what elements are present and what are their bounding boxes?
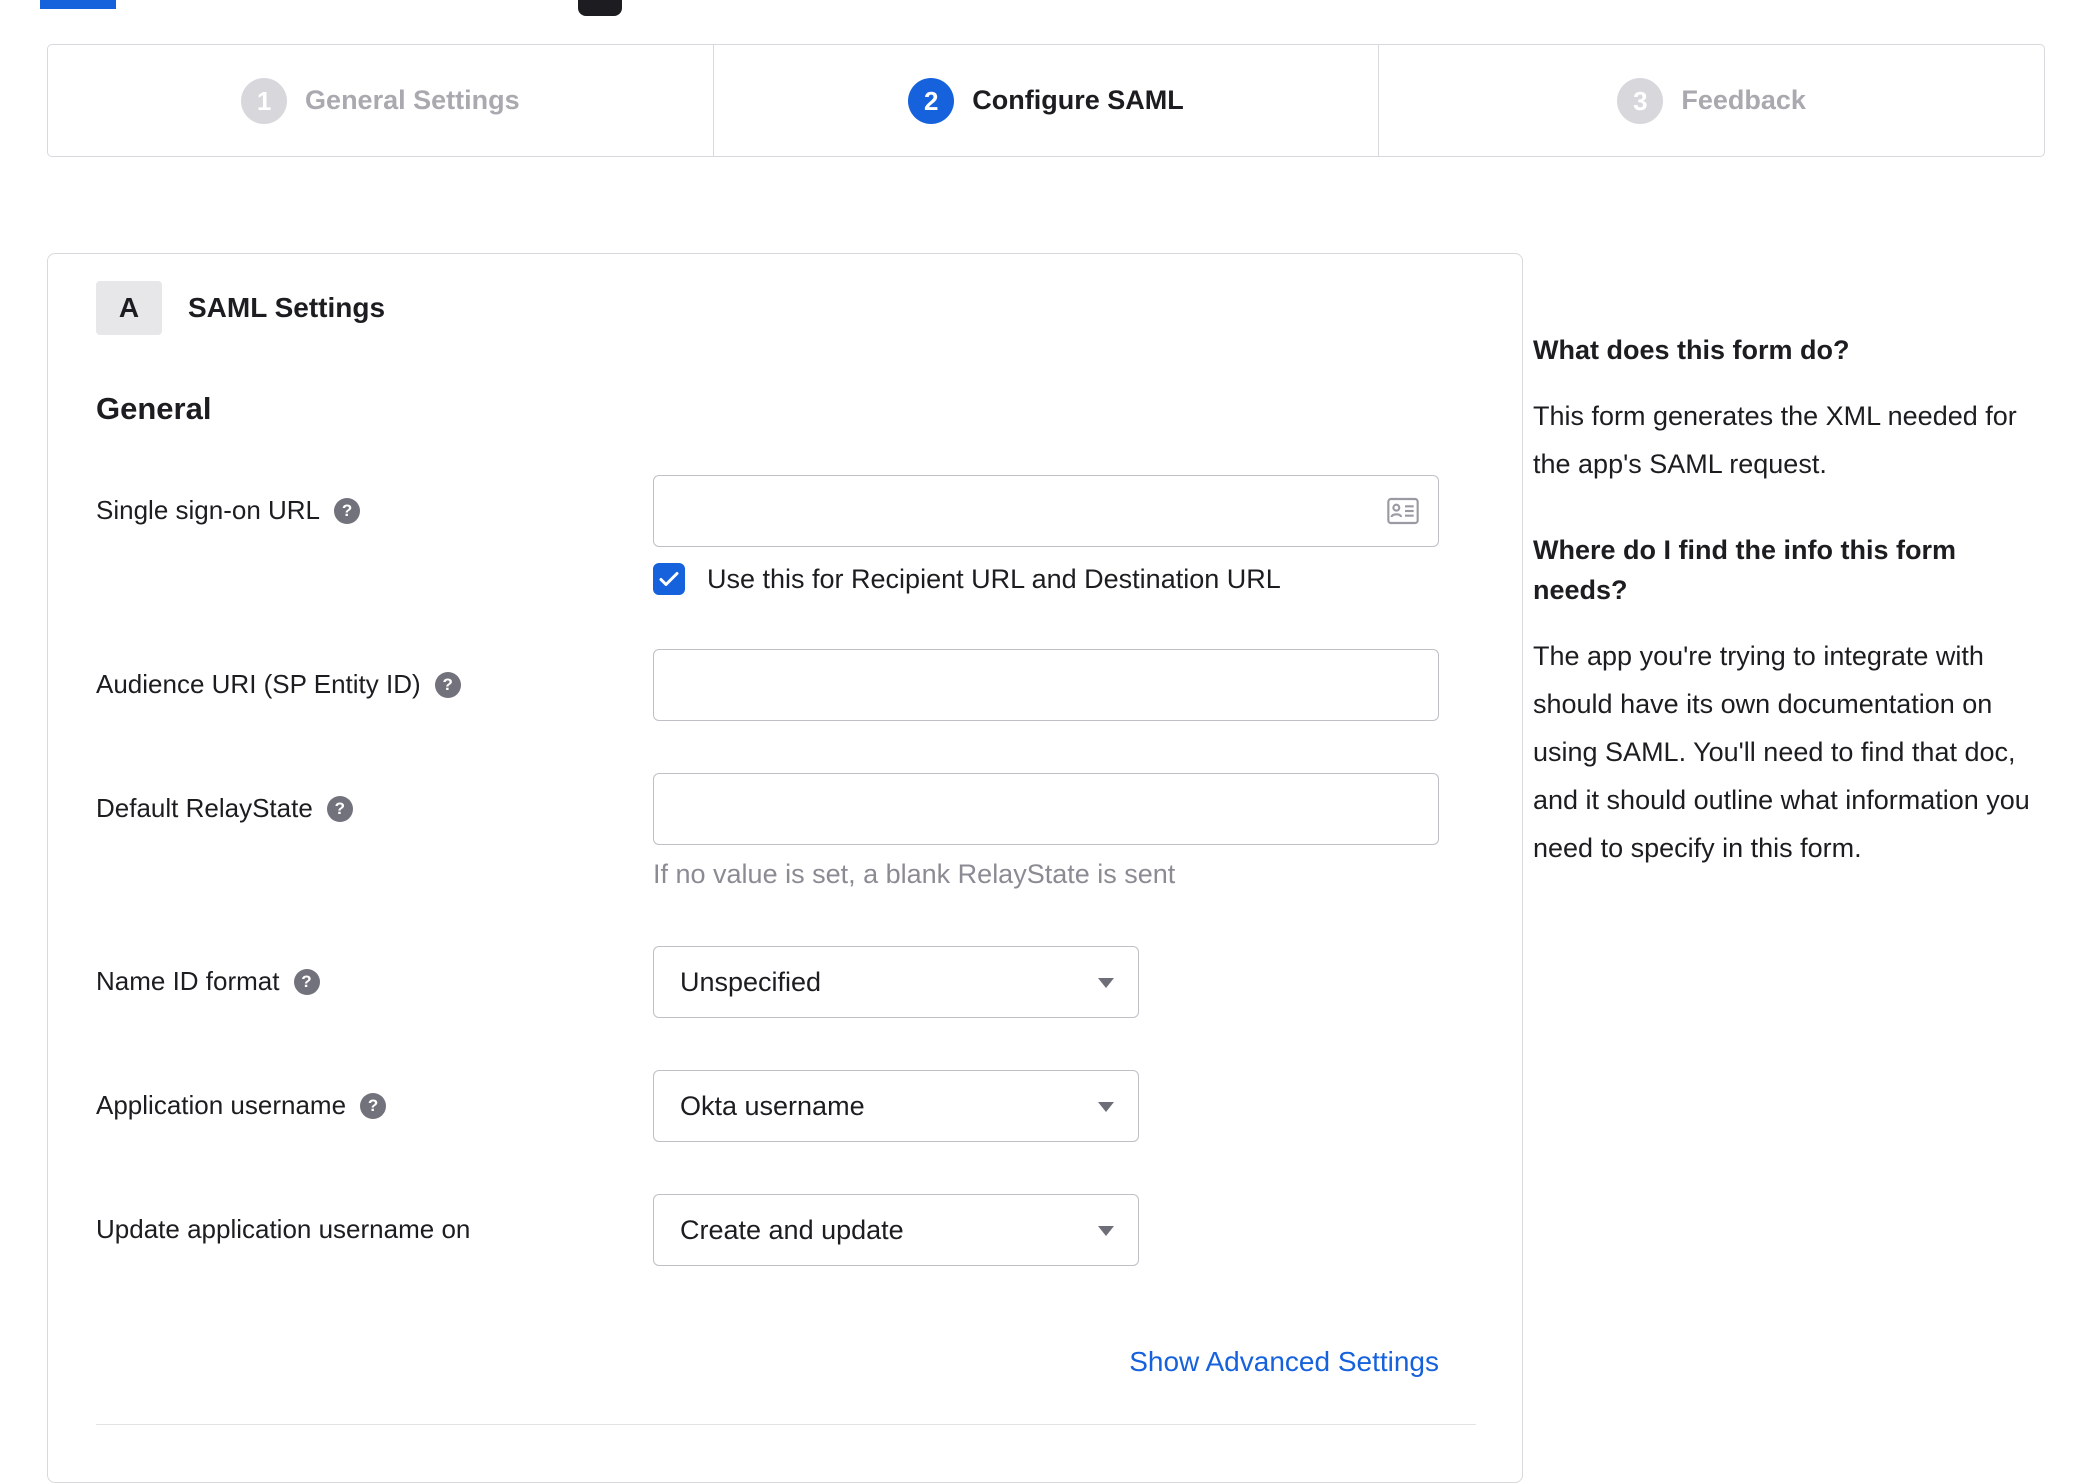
panel-header: A SAML Settings <box>96 280 1474 336</box>
name-id-format-label-wrap: Name ID format ? <box>96 946 653 997</box>
chevron-down-icon <box>1098 1102 1114 1112</box>
cropped-app-logo-fragment <box>578 0 622 16</box>
use-for-recipient-url-label: Use this for Recipient URL and Destinati… <box>707 563 1281 594</box>
help-answer-1: This form generates the XML needed for t… <box>1533 401 2017 479</box>
name-id-format-help-icon[interactable]: ? <box>293 968 320 995</box>
wizard-stepper: 1 General Settings 2 Configure SAML 3 Fe… <box>47 44 2045 157</box>
step-2-number-badge: 2 <box>908 77 955 124</box>
relaystate-input-block: If no value is set, a blank RelayState i… <box>653 773 1474 890</box>
step-3-label: Feedback <box>1681 85 1806 115</box>
sso-url-label: Single sign-on URL <box>96 495 321 525</box>
use-for-recipient-url-checkbox[interactable] <box>653 563 685 595</box>
section-divider <box>96 1424 1476 1425</box>
relaystate-label-wrap: Default RelayState ? <box>96 773 653 824</box>
name-id-format-select[interactable]: Unspecified <box>653 946 1139 1018</box>
application-username-help-icon[interactable]: ? <box>360 1092 387 1119</box>
audience-uri-input[interactable] <box>653 649 1439 721</box>
application-username-label-wrap: Application username ? <box>96 1070 653 1121</box>
name-id-format-value: Unspecified <box>680 966 822 997</box>
step-1-label: General Settings <box>305 85 520 115</box>
audience-uri-input-wrap <box>653 649 1439 721</box>
sso-url-input-wrap <box>653 475 1439 547</box>
section-a-badge: A <box>96 281 162 335</box>
relaystate-input[interactable] <box>653 773 1439 845</box>
relaystate-label: Default RelayState <box>96 793 313 823</box>
step-feedback[interactable]: 3 Feedback <box>1379 45 2044 156</box>
help-question-2: Where do I find the info this form needs… <box>1533 535 1956 605</box>
help-answer-2: The app you're trying to integrate with … <box>1533 641 2030 863</box>
relaystate-hint: If no value is set, a blank RelayState i… <box>653 859 1176 889</box>
step-1-number-badge: 1 <box>241 77 288 124</box>
audience-uri-label-wrap: Audience URI (SP Entity ID) ? <box>96 649 653 700</box>
recipient-url-checkbox-row: Use this for Recipient URL and Destinati… <box>653 563 1474 595</box>
step-2-label: Configure SAML <box>972 85 1184 115</box>
general-section-heading: General <box>96 391 212 426</box>
application-username-label: Application username <box>96 1090 347 1120</box>
form-row-default-relaystate: Default RelayState ? If no value is set,… <box>96 773 1474 890</box>
help-sidebar: What does this form do? This form genera… <box>1533 330 2049 914</box>
update-app-username-value: Create and update <box>680 1214 904 1245</box>
panel-title: SAML Settings <box>188 292 386 323</box>
sso-url-input[interactable] <box>653 475 1439 547</box>
checkmark-icon <box>659 572 679 586</box>
application-username-select[interactable]: Okta username <box>653 1070 1139 1142</box>
step-configure-saml[interactable]: 2 Configure SAML <box>714 45 1380 156</box>
advanced-settings-row: Show Advanced Settings <box>96 1346 1439 1378</box>
form-row-update-app-username: Update application username on Create an… <box>96 1194 1474 1266</box>
relaystate-help-icon[interactable]: ? <box>326 795 353 822</box>
step-3-number-badge: 3 <box>1617 77 1664 124</box>
update-app-username-label: Update application username on <box>96 1214 471 1244</box>
step-general-settings[interactable]: 1 General Settings <box>48 45 714 156</box>
update-app-username-select[interactable]: Create and update <box>653 1194 1139 1266</box>
audience-uri-label: Audience URI (SP Entity ID) <box>96 669 421 699</box>
help-question-1: What does this form do? <box>1533 335 1850 365</box>
form-row-sso-url: Single sign-on URL ? <box>96 475 1474 547</box>
contact-card-icon[interactable] <box>1387 496 1419 526</box>
cropped-header-link-fragment <box>40 0 116 9</box>
sso-url-label-wrap: Single sign-on URL ? <box>96 475 653 526</box>
sso-url-help-icon[interactable]: ? <box>334 497 361 524</box>
form-row-name-id-format: Name ID format ? Unspecified <box>96 946 1474 1018</box>
form-row-application-username: Application username ? Okta username <box>96 1070 1474 1142</box>
chevron-down-icon <box>1098 978 1114 988</box>
update-app-username-label-wrap: Update application username on <box>96 1194 653 1245</box>
show-advanced-settings-link[interactable]: Show Advanced Settings <box>1129 1346 1439 1377</box>
audience-uri-help-icon[interactable]: ? <box>434 671 461 698</box>
form-row-audience-uri: Audience URI (SP Entity ID) ? <box>96 649 1474 721</box>
saml-settings-panel: A SAML Settings General Single sign-on U… <box>47 253 1523 1483</box>
application-username-value: Okta username <box>680 1090 865 1121</box>
chevron-down-icon <box>1098 1226 1114 1236</box>
name-id-format-label: Name ID format <box>96 966 280 996</box>
